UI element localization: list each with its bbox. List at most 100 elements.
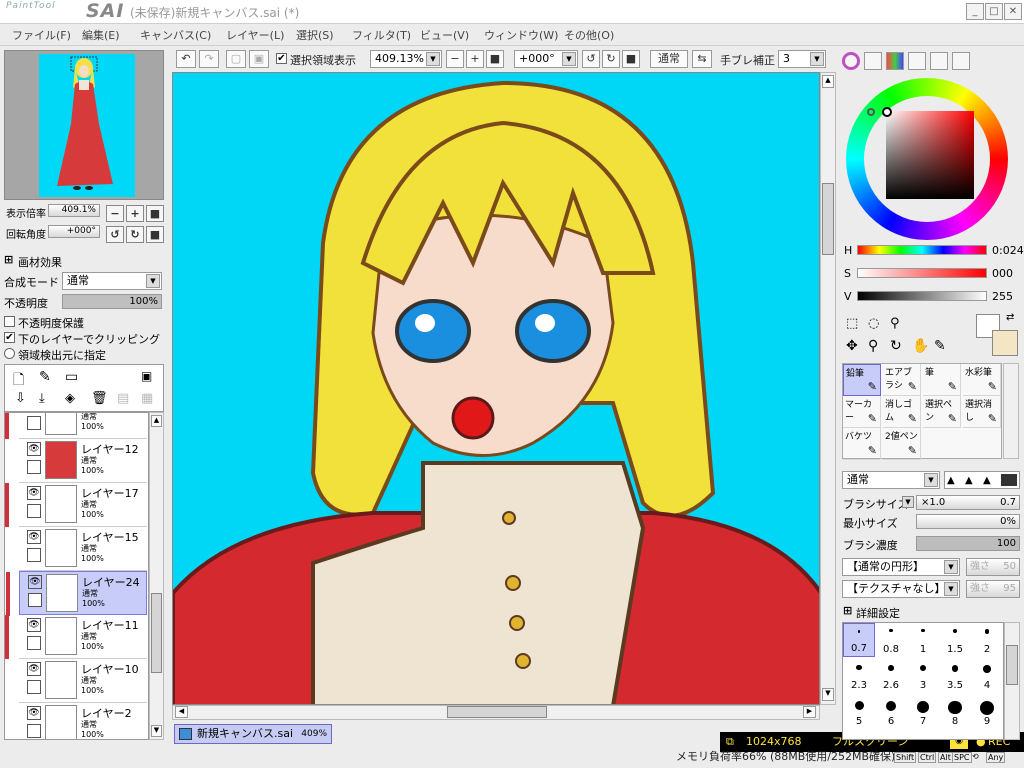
nav-rotate-reset-button[interactable]: ■ bbox=[146, 226, 164, 243]
nav-rotate-slider[interactable]: +000° bbox=[48, 225, 100, 238]
invert-select-button[interactable]: ▣ bbox=[249, 50, 269, 68]
tool-cell[interactable]: 消しゴム ✎ bbox=[883, 396, 921, 428]
layer-lock-icon[interactable] bbox=[27, 416, 41, 430]
eye-icon[interactable]: 👁 bbox=[27, 442, 41, 456]
min-size-slider[interactable]: 0% bbox=[916, 514, 1020, 529]
tool-scrollbar[interactable] bbox=[1003, 363, 1019, 459]
eye-icon[interactable]: 👁 bbox=[28, 575, 42, 589]
scroll-right-icon[interactable]: ▶ bbox=[803, 706, 816, 718]
opacity-slider[interactable]: 100% bbox=[62, 294, 162, 309]
tool-cell[interactable]: バケツ ✎ bbox=[843, 428, 881, 460]
canvas-horizontal-scrollbar[interactable]: ◀ ▶ bbox=[172, 705, 820, 720]
layer-row[interactable]: 👁 レイヤー10 通常 100% bbox=[19, 659, 147, 703]
texture-strength-slider[interactable]: 強さ 95 bbox=[966, 580, 1020, 598]
hue-slider[interactable] bbox=[857, 245, 987, 255]
eye-icon[interactable]: 👁 bbox=[27, 486, 41, 500]
layer-row[interactable]: 👁 レイヤー24 通常 100% bbox=[6, 571, 147, 616]
brush-size-palette[interactable]: 0.7 0.8 1 1.5 2 2.3 2.6 3 3.5 4 5 6 7 8 9 bbox=[842, 622, 1004, 740]
layer-row[interactable]: 👁 レイヤー17 通常 100% bbox=[5, 483, 147, 527]
layer-row[interactable]: 👁 レイヤー15 通常 100% bbox=[19, 527, 147, 571]
sample-source-radio[interactable] bbox=[4, 348, 15, 359]
brush-size-cell[interactable]: 4 bbox=[971, 659, 1003, 693]
deselect-button[interactable]: ▢ bbox=[226, 50, 246, 68]
view-mode-button[interactable]: 通常 bbox=[650, 50, 688, 68]
brush-size-cell[interactable]: 0.8 bbox=[875, 623, 907, 657]
edge-soft-icon[interactable]: ▲ bbox=[983, 475, 991, 486]
navigator-panel[interactable] bbox=[4, 50, 164, 200]
merge-down-icon[interactable]: ⤓ bbox=[39, 391, 45, 406]
background-color[interactable] bbox=[992, 330, 1018, 356]
trash-icon[interactable]: 🗑 bbox=[91, 391, 108, 406]
merge-visible-icon[interactable]: ▤ bbox=[117, 391, 129, 406]
nav-rotate-right-button[interactable]: ↻ bbox=[126, 226, 144, 243]
drawing-canvas[interactable] bbox=[172, 72, 820, 705]
layer-lock-icon[interactable] bbox=[27, 548, 41, 562]
eye-icon[interactable]: 👁 bbox=[27, 618, 41, 632]
eye-icon[interactable]: 👁 bbox=[27, 706, 41, 720]
layer-row[interactable]: 👁レイヤー16通常100% bbox=[5, 413, 147, 439]
edge-medium-icon[interactable]: ▲ bbox=[965, 475, 973, 486]
nav-zoom-out-button[interactable]: − bbox=[106, 205, 124, 222]
brush-size-cell[interactable]: 3 bbox=[907, 659, 939, 693]
flatten-icon[interactable]: ▦ bbox=[141, 391, 153, 406]
edge-hard-icon[interactable]: ▲ bbox=[947, 475, 955, 486]
transfer-down-icon[interactable]: ⇩ bbox=[15, 391, 26, 406]
undo-button[interactable]: ↶ bbox=[176, 50, 196, 68]
zoom-out-button[interactable]: − bbox=[446, 50, 464, 68]
tool-cell[interactable]: エアブラシ ✎ bbox=[883, 364, 921, 396]
scroll-up-icon[interactable]: ▲ bbox=[151, 415, 162, 427]
layer-lock-icon[interactable] bbox=[27, 680, 41, 694]
move-icon[interactable]: ✥ bbox=[846, 338, 858, 354]
layer-lock-icon[interactable] bbox=[27, 724, 41, 738]
tool-cell[interactable]: マーカー ✎ bbox=[843, 396, 881, 428]
magic-wand-icon[interactable]: ⚲ bbox=[890, 316, 900, 331]
layer-row[interactable]: 👁 レイヤー12 通常 100% bbox=[19, 439, 147, 483]
hsv-slider-tab-icon[interactable] bbox=[886, 52, 904, 70]
menu-select[interactable]: 選択(S) bbox=[296, 27, 334, 43]
layer-row[interactable]: 👁 レイヤー2 通常 100% bbox=[19, 703, 147, 739]
rect-select-icon[interactable]: ⬚ bbox=[846, 316, 858, 331]
nav-zoom-reset-button[interactable]: ■ bbox=[146, 205, 164, 222]
sv-picker-handle[interactable] bbox=[882, 107, 892, 117]
zoom-in-button[interactable]: + bbox=[466, 50, 484, 68]
brush-size-cell[interactable]: 3.5 bbox=[939, 659, 971, 693]
menu-file[interactable]: ファイル(F) bbox=[12, 27, 71, 43]
nav-zoom-slider[interactable]: 409.1% bbox=[48, 204, 100, 217]
brush-edge-selector[interactable]: ▲ ▲ ▲ bbox=[944, 471, 1020, 489]
brush-texture-dropdown[interactable]: 【テクスチャなし】 ▼ bbox=[842, 580, 960, 598]
navigator-preview[interactable] bbox=[39, 54, 135, 197]
tool-cell[interactable]: 2値ペン ✎ bbox=[883, 428, 921, 460]
clip-checkbox[interactable]: ✔ bbox=[4, 332, 15, 343]
zoom-icon[interactable]: ⚲ bbox=[868, 338, 878, 354]
menu-other[interactable]: その他(O) bbox=[564, 27, 614, 43]
menu-filter[interactable]: フィルタ(T) bbox=[352, 27, 411, 43]
layer-list[interactable]: 👁レイヤー16通常100%👁レイヤー12通常100%👁レイヤー17通常100%👁… bbox=[4, 412, 149, 740]
menu-view[interactable]: ビュー(V) bbox=[420, 27, 469, 43]
brush-size-cell[interactable]: 1 bbox=[907, 623, 939, 657]
rotate-right-button[interactable]: ↻ bbox=[602, 50, 620, 68]
edge-flat-icon[interactable] bbox=[1001, 474, 1017, 486]
scroll-down-icon[interactable]: ▼ bbox=[822, 688, 834, 701]
menu-edit[interactable]: 編集(E) bbox=[82, 27, 120, 43]
brush-size-scroll-thumb[interactable] bbox=[1006, 645, 1018, 685]
new-layer-icon[interactable]: 🗋 bbox=[13, 369, 24, 393]
scratchpad-tab-icon[interactable] bbox=[952, 52, 970, 70]
brush-size-cell[interactable]: 6 bbox=[875, 695, 907, 729]
zoom-reset-button[interactable]: ■ bbox=[486, 50, 504, 68]
layer-lock-icon[interactable] bbox=[27, 460, 41, 474]
clear-layer-icon[interactable]: ◈ bbox=[65, 391, 75, 406]
folder-icon[interactable]: ▭ bbox=[65, 369, 78, 385]
new-linework-icon[interactable]: ✎ bbox=[39, 369, 51, 385]
layer-lock-icon[interactable] bbox=[27, 636, 41, 650]
redo-button[interactable]: ↷ bbox=[199, 50, 219, 68]
layer-lock-icon[interactable] bbox=[27, 504, 41, 518]
stabilizer-dropdown[interactable]: 3 ▼ bbox=[778, 50, 826, 68]
layer-lock-icon[interactable] bbox=[28, 593, 42, 607]
maximize-button[interactable]: □ bbox=[985, 3, 1003, 20]
minimize-button[interactable]: _ bbox=[966, 3, 984, 20]
brush-size-cell[interactable]: 5 bbox=[843, 695, 875, 729]
scroll-up-icon[interactable]: ▲ bbox=[822, 75, 834, 88]
canvas-vertical-scrollbar[interactable]: ▲ ▼ bbox=[820, 72, 836, 705]
plus-icon[interactable]: ⊞ bbox=[843, 604, 852, 617]
zoom-dropdown[interactable]: 409.13% ▼ bbox=[370, 50, 442, 68]
